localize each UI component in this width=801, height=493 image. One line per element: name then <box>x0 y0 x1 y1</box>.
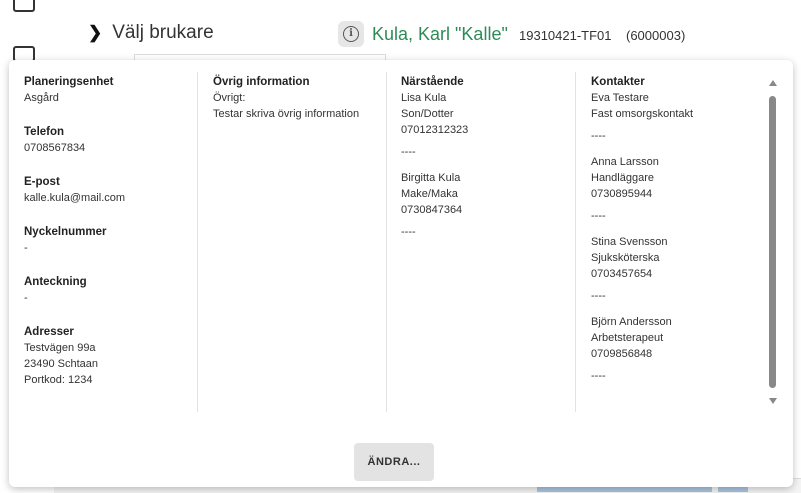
contact-role: Handläggare <box>591 172 654 184</box>
separator: ---- <box>591 370 606 382</box>
basic-info-column: Planeringsenhet Asgård Telefon 070856783… <box>24 74 194 406</box>
relative-phone: 07012312323 <box>401 124 469 136</box>
planning-unit-label: Planeringsenhet <box>24 76 114 88</box>
contact-phone: 0730895944 <box>591 188 653 200</box>
address-line: 23490 Schtaan <box>24 358 99 370</box>
other-label: Övrigt: <box>213 92 246 104</box>
contact-name: Björn Andersson <box>591 316 672 328</box>
info-button[interactable]: i <box>338 21 364 47</box>
email-label: E-post <box>24 176 60 188</box>
relative-item: Birgitta Kula Make/Maka 0730847364 ---- <box>401 170 561 240</box>
contact-item: Stina Svensson Sjuksköterska 0703457654 … <box>591 234 751 304</box>
separator: ---- <box>591 290 606 302</box>
scroll-down-icon[interactable] <box>769 398 777 404</box>
note-value: - <box>24 292 28 304</box>
relative-name: Birgitta Kula <box>401 172 461 184</box>
separator: ---- <box>401 146 416 158</box>
scrollbar[interactable] <box>769 96 776 388</box>
contact-name: Anna Larsson <box>591 156 659 168</box>
note-label: Anteckning <box>24 276 87 288</box>
relative-phone: 0730847364 <box>401 204 463 216</box>
relative-relation: Son/Dotter <box>401 108 454 120</box>
contact-phone: 0703457654 <box>591 268 653 280</box>
chevron-right-icon: ❯ <box>88 23 103 42</box>
contacts-column: Kontakter Eva Testare Fast omsorgskontak… <box>591 74 751 394</box>
contact-phone: 0709856848 <box>591 348 653 360</box>
contact-name: Eva Testare <box>591 92 649 104</box>
key-number-value: - <box>24 242 28 254</box>
patient-info-popup: Planeringsenhet Asgård Telefon 070856783… <box>9 60 793 487</box>
planning-unit-value: Asgård <box>24 92 59 104</box>
other-text: Testar skriva övrig information <box>213 108 360 120</box>
relative-relation: Make/Maka <box>401 188 458 200</box>
other-info-label: Övrig information <box>213 76 310 88</box>
addresses-label: Adresser <box>24 326 74 338</box>
contact-role: Arbetsterapeut <box>591 332 664 344</box>
top-bar: ❯ Välj brukare i Kula, Karl "Kalle" 1931… <box>54 0 801 63</box>
relative-name: Lisa Kula <box>401 92 447 104</box>
address-line: Portkod: 1234 <box>24 374 93 386</box>
column-divider <box>197 72 198 412</box>
contact-role: Fast omsorgskontakt <box>591 108 694 120</box>
phone-value: 0708567834 <box>24 142 86 154</box>
info-icon: i <box>343 26 359 42</box>
key-number-label: Nyckelnummer <box>24 226 107 238</box>
address-line: Testvägen 99a <box>24 342 96 354</box>
email-value: kalle.kula@mail.com <box>24 192 126 204</box>
contact-item: Anna Larsson Handläggare 0730895944 ---- <box>591 154 751 224</box>
relatives-column: Närstående Lisa Kula Son/Dotter 07012312… <box>401 74 561 250</box>
column-divider <box>575 72 576 412</box>
contact-role: Sjuksköterska <box>591 252 660 264</box>
column-divider <box>386 72 387 412</box>
contact-name: Stina Svensson <box>591 236 668 248</box>
edit-button[interactable]: ÄNDRA... <box>354 443 434 481</box>
patient-id: 19310421-TF01 <box>519 28 612 43</box>
separator: ---- <box>591 210 606 222</box>
contacts-label: Kontakter <box>591 76 645 88</box>
scroll-up-icon[interactable] <box>769 80 777 86</box>
relative-item: Lisa Kula Son/Dotter 07012312323 ---- <box>401 90 561 160</box>
contact-item: Eva Testare Fast omsorgskontakt ---- <box>591 90 751 144</box>
relatives-label: Närstående <box>401 76 464 88</box>
phone-label: Telefon <box>24 126 65 138</box>
grid-icon[interactable] <box>13 0 35 12</box>
patient-code: (6000003) <box>626 28 686 43</box>
select-user-label: Välj brukare <box>112 22 214 43</box>
separator: ---- <box>591 130 606 142</box>
patient-name: Kula, Karl "Kalle" <box>372 24 508 44</box>
contact-item: Björn Andersson Arbetsterapeut 070985684… <box>591 314 751 384</box>
separator: ---- <box>401 226 416 238</box>
select-user-button[interactable]: ❯ Välj brukare <box>88 22 214 44</box>
other-info-column: Övrig information Övrigt: Testar skriva … <box>213 74 373 122</box>
